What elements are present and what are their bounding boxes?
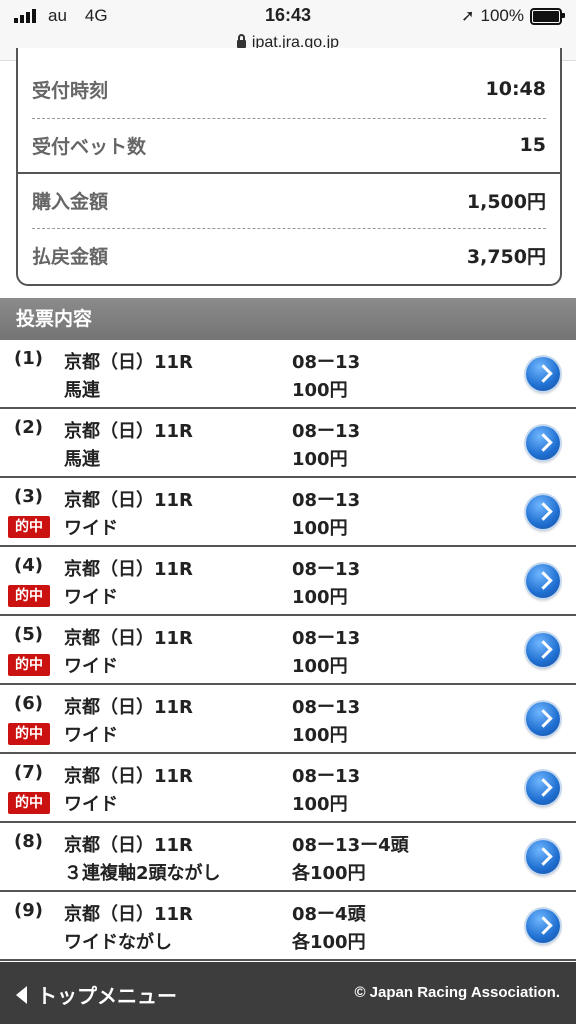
top-menu-label: トップメニュー bbox=[37, 984, 177, 1008]
lock-icon bbox=[236, 34, 246, 48]
summary-label: 払戻金額 bbox=[32, 245, 109, 268]
chevron-right-icon[interactable] bbox=[526, 909, 560, 943]
ticket-bet-type: ワイド bbox=[64, 656, 118, 677]
summary-label: 受付時刻 bbox=[32, 79, 109, 102]
chevron-right-icon[interactable] bbox=[526, 633, 560, 667]
battery-icon bbox=[530, 7, 565, 25]
ticket-bet-type: ワイド bbox=[64, 794, 118, 815]
ticket-row[interactable]: (8) 京都（日）11R ３連複軸2頭ながし 08ー13ー4頭 各100円 bbox=[0, 823, 576, 892]
ticket-number: (7) bbox=[14, 762, 43, 783]
status-right: ➚ 100% bbox=[461, 6, 565, 26]
chevron-right-icon[interactable] bbox=[526, 495, 560, 529]
ticket-combination: 08ー4頭 bbox=[292, 904, 366, 925]
ticket-race: 京都（日）11R bbox=[64, 766, 193, 787]
chevron-right-icon[interactable] bbox=[526, 840, 560, 874]
ticket-number: (8) bbox=[14, 831, 43, 852]
summary-value: 3,750円 bbox=[466, 245, 546, 268]
ticket-amount: 各100円 bbox=[292, 932, 366, 953]
ticket-amount: 100円 bbox=[292, 449, 348, 470]
ticket-combination: 08ー13 bbox=[292, 352, 361, 373]
ticket-amount: 100円 bbox=[292, 518, 348, 539]
chevron-right-icon[interactable] bbox=[526, 426, 560, 460]
ticket-row[interactable]: (3) 京都（日）11R 的中 ワイド 08ー13 100円 bbox=[0, 478, 576, 547]
ticket-bet-type: ワイド bbox=[64, 725, 118, 746]
ticket-race: 京都（日）11R bbox=[64, 559, 193, 580]
battery-percent: 100% bbox=[480, 6, 524, 25]
summary-value: 1,500円 bbox=[466, 190, 546, 213]
ticket-bet-type: ワイド bbox=[64, 587, 118, 608]
ticket-race: 京都（日）11R bbox=[64, 628, 193, 649]
ticket-race: 京都（日）11R bbox=[64, 490, 193, 511]
hit-badge: 的中 bbox=[8, 654, 50, 676]
summary-row-bets: 受付ベット数 15 bbox=[32, 118, 546, 172]
ticket-row[interactable]: (1) 京都（日）11R 馬連 08ー13 100円 bbox=[0, 340, 576, 409]
top-menu-button[interactable]: トップメニュー bbox=[16, 980, 177, 1009]
ticket-amount: 100円 bbox=[292, 794, 348, 815]
summary-row-time: 受付時刻 10:48 bbox=[32, 62, 546, 116]
ticket-combination: 08ー13 bbox=[292, 628, 361, 649]
ticket-amount: 100円 bbox=[292, 725, 348, 746]
summary-row-purchase: 購入金額 1,500円 bbox=[32, 173, 546, 227]
ticket-row[interactable]: (7) 京都（日）11R 的中 ワイド 08ー13 100円 bbox=[0, 754, 576, 823]
ticket-combination: 08ー13 bbox=[292, 697, 361, 718]
section-header-bets: 投票内容 bbox=[0, 298, 576, 340]
hit-badge: 的中 bbox=[8, 516, 50, 538]
ticket-number: (3) bbox=[14, 486, 43, 507]
hit-badge: 的中 bbox=[8, 792, 50, 814]
ticket-combination: 08ー13 bbox=[292, 559, 361, 580]
chevron-right-icon[interactable] bbox=[526, 702, 560, 736]
chevron-right-icon[interactable] bbox=[526, 564, 560, 598]
ticket-row[interactable]: (6) 京都（日）11R 的中 ワイド 08ー13 100円 bbox=[0, 685, 576, 754]
ticket-number: (1) bbox=[14, 348, 43, 369]
ticket-race: 京都（日）11R bbox=[64, 697, 193, 718]
ticket-race: 京都（日）11R bbox=[64, 904, 193, 925]
summary-label: 購入金額 bbox=[32, 190, 109, 213]
back-triangle-icon bbox=[16, 985, 27, 1004]
ticket-amount: 100円 bbox=[292, 380, 348, 401]
ticket-number: (6) bbox=[14, 693, 43, 714]
ticket-combination: 08ー13 bbox=[292, 766, 361, 787]
copyright-text: © Japan Racing Association. bbox=[354, 984, 560, 1001]
ticket-number: (2) bbox=[14, 417, 43, 438]
ticket-race: 京都（日）11R bbox=[64, 835, 193, 856]
footer-bar: トップメニュー © Japan Racing Association. bbox=[0, 962, 576, 1024]
ticket-amount: 各100円 bbox=[292, 863, 366, 884]
summary-row-payout: 払戻金額 3,750円 bbox=[32, 228, 546, 282]
hit-badge: 的中 bbox=[8, 585, 50, 607]
ticket-amount: 100円 bbox=[292, 587, 348, 608]
ticket-number: (9) bbox=[14, 900, 43, 921]
ticket-amount: 100円 bbox=[292, 656, 348, 677]
ticket-bet-type: 馬連 bbox=[64, 449, 100, 470]
location-arrow-icon: ➚ bbox=[461, 8, 475, 25]
ticket-race: 京都（日）11R bbox=[64, 352, 193, 373]
receipt-summary: 受付時刻 10:48 受付ベット数 15 購入金額 1,500円 払戻金額 3,… bbox=[16, 48, 562, 286]
hit-badge: 的中 bbox=[8, 723, 50, 745]
summary-label: 受付ベット数 bbox=[32, 135, 147, 158]
ticket-bet-type: ３連複軸2頭ながし bbox=[64, 863, 221, 884]
ticket-row[interactable]: (5) 京都（日）11R 的中 ワイド 08ー13 100円 bbox=[0, 616, 576, 685]
ticket-row[interactable]: (2) 京都（日）11R 馬連 08ー13 100円 bbox=[0, 409, 576, 478]
ticket-bet-type: 馬連 bbox=[64, 380, 100, 401]
summary-value: 10:48 bbox=[485, 78, 546, 100]
ticket-race: 京都（日）11R bbox=[64, 421, 193, 442]
summary-value: 15 bbox=[519, 134, 546, 156]
chevron-right-icon[interactable] bbox=[526, 357, 560, 391]
ticket-combination: 08ー13ー4頭 bbox=[292, 835, 409, 856]
ticket-bet-type: ワイドながし bbox=[64, 932, 172, 953]
ticket-number: (5) bbox=[14, 624, 43, 645]
ticket-row[interactable]: (4) 京都（日）11R 的中 ワイド 08ー13 100円 bbox=[0, 547, 576, 616]
ticket-row[interactable]: (9) 京都（日）11R ワイドながし 08ー4頭 各100円 bbox=[0, 892, 576, 961]
ticket-combination: 08ー13 bbox=[292, 421, 361, 442]
ticket-bet-type: ワイド bbox=[64, 518, 118, 539]
chevron-right-icon[interactable] bbox=[526, 771, 560, 805]
ticket-combination: 08ー13 bbox=[292, 490, 361, 511]
status-bar: au 4G 16:43 ➚ 100% bbox=[0, 0, 576, 34]
ticket-number: (4) bbox=[14, 555, 43, 576]
